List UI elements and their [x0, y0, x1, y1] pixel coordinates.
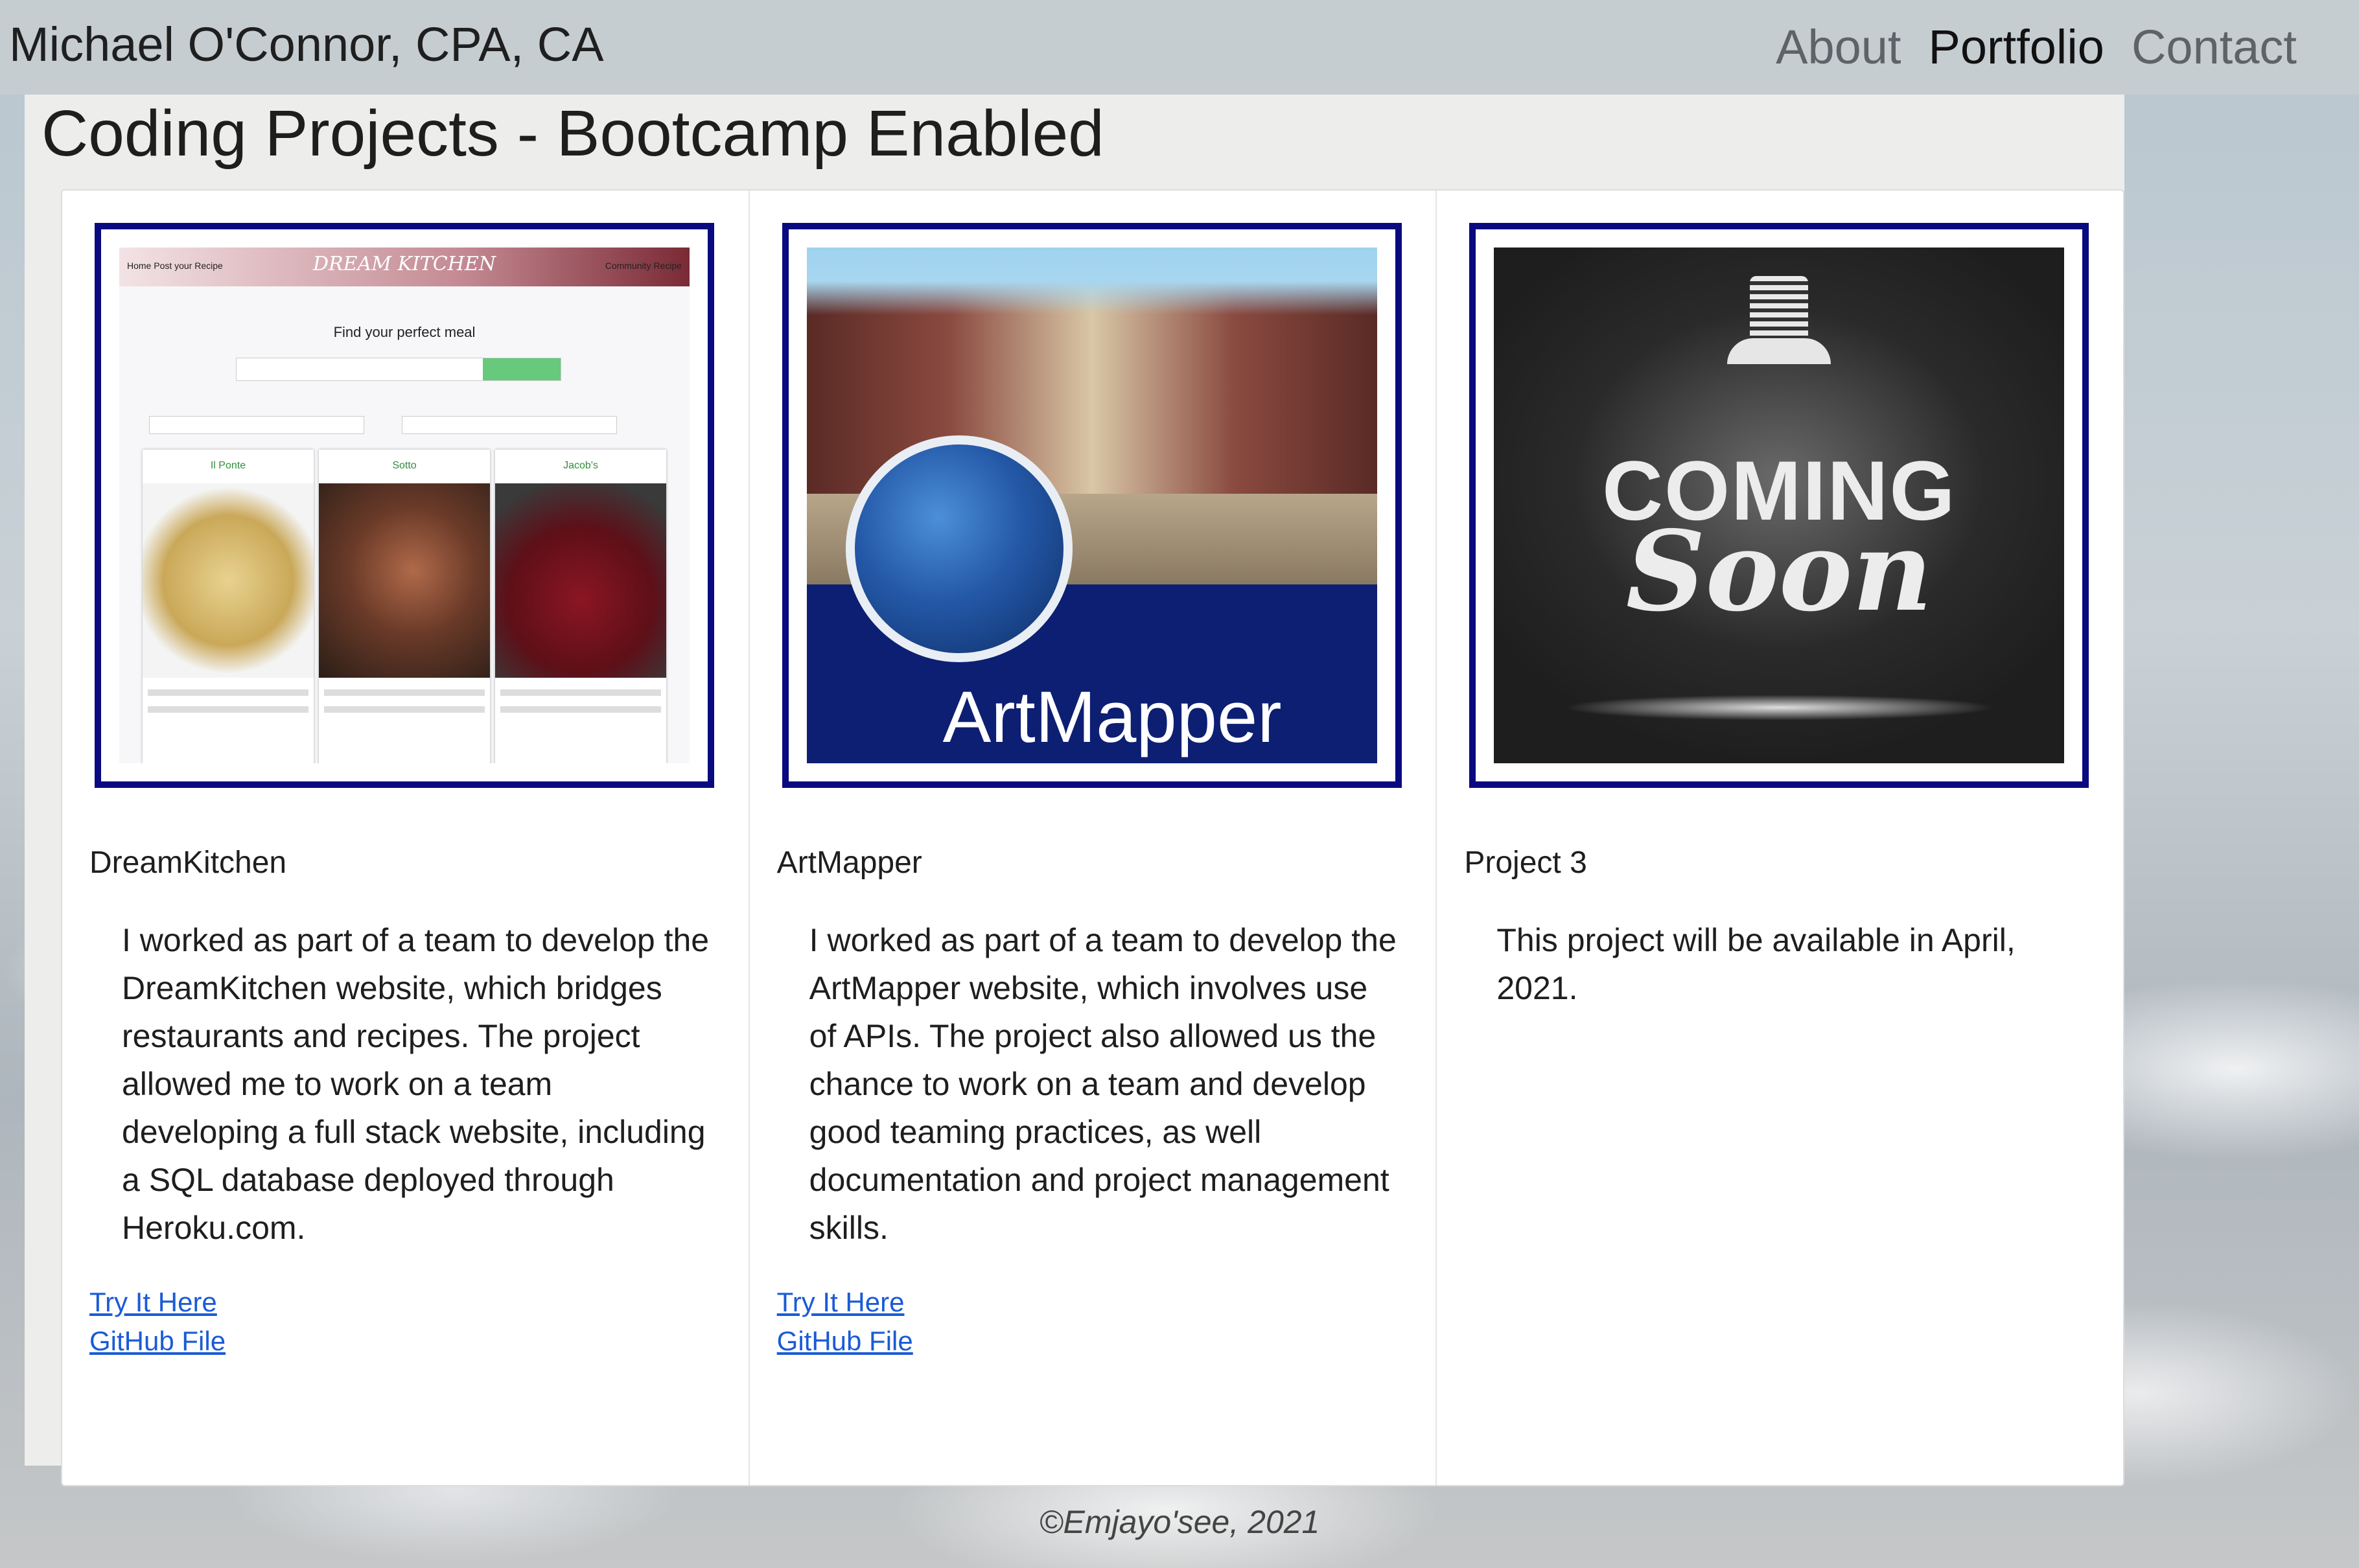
card-title: DreamKitchen [89, 846, 287, 880]
card-title: ArtMapper [776, 846, 922, 880]
dreamkitchen-card-name: Jacob's [563, 460, 598, 471]
project-card-artmapper: ArtMapper ArtMapper I worked as part of … [750, 190, 1437, 1485]
card-text: I worked as part of a team to develop th… [122, 922, 710, 1246]
globe-icon [845, 435, 1073, 662]
dreamkitchen-right-nav: Community Recipe [605, 260, 682, 271]
card-links: Try It Here GitHub File [777, 1283, 913, 1361]
card-links: Try It Here GitHub File [89, 1283, 226, 1361]
project-image-frame: ArtMapper [782, 223, 1402, 788]
dreamkitchen-card-name: Il Ponte [210, 460, 246, 471]
dreamkitchen-screenshot: Home Post your Recipe DREAM KITCHEN Comm… [119, 248, 690, 763]
dreamkitchen-search [236, 358, 561, 381]
dreamkitchen-logo: DREAM KITCHEN [313, 253, 496, 275]
dreamkitchen-card: Sotto [319, 450, 490, 763]
card-text: This project will be available in April,… [1496, 922, 2016, 1006]
nav-links: About Portfolio Contact [1776, 19, 2297, 75]
page-title: Coding Projects - Bootcamp Enabled [41, 97, 1104, 170]
project-card-project-3: COMING Soon Project 3 This project will … [1437, 190, 2123, 1485]
artmapper-logo-text: ArtMapper [942, 676, 1282, 757]
dreamkitchen-select-restaurant [149, 416, 364, 434]
try-it-here-link[interactable]: Try It Here [89, 1283, 226, 1322]
coming-soon-script: Soon [1625, 507, 1933, 636]
dreamkitchen-card: Jacob's [495, 450, 666, 763]
card-text: I worked as part of a team to develop th… [809, 922, 1397, 1246]
github-file-link[interactable]: GitHub File [89, 1322, 226, 1361]
dreamkitchen-left-nav: Home Post your Recipe [127, 260, 223, 271]
navbar: Michael O'Connor, CPA, CA About Portfoli… [0, 0, 2359, 95]
dreamkitchen-select-cuisine [402, 416, 617, 434]
dreamkitchen-heading: Find your perfect meal [333, 324, 476, 340]
dreamkitchen-cards: Il Ponte Sotto Jacob's [143, 450, 666, 763]
project-image-frame: COMING Soon [1469, 223, 2089, 788]
coming-soon-image: COMING Soon [1494, 248, 2065, 763]
spotlight-icon [1750, 276, 1809, 341]
project-image-frame: Home Post your Recipe DREAM KITCHEN Comm… [95, 223, 714, 788]
dreamkitchen-card-name: Sotto [392, 460, 417, 471]
site-brand[interactable]: Michael O'Connor, CPA, CA [9, 17, 604, 72]
footer-copyright: ©Emjayo'see, 2021 [1039, 1504, 1320, 1540]
dreamkitchen-header: Home Post your Recipe DREAM KITCHEN Comm… [119, 248, 690, 286]
github-file-link[interactable]: GitHub File [777, 1322, 913, 1361]
nav-link-contact[interactable]: Contact [2132, 19, 2297, 75]
card-title: Project 3 [1464, 846, 1587, 880]
nav-link-portfolio[interactable]: Portfolio [1929, 19, 2104, 75]
nav-link-about[interactable]: About [1776, 19, 1901, 75]
project-card-group: Home Post your Recipe DREAM KITCHEN Comm… [61, 189, 2124, 1486]
artmapper-image: ArtMapper [806, 248, 1377, 763]
main-container: Coding Projects - Bootcamp Enabled Home … [25, 95, 2124, 1486]
dreamkitchen-card: Il Ponte [143, 450, 314, 763]
project-card-dreamkitchen: Home Post your Recipe DREAM KITCHEN Comm… [62, 190, 750, 1485]
try-it-here-link[interactable]: Try It Here [777, 1283, 913, 1322]
